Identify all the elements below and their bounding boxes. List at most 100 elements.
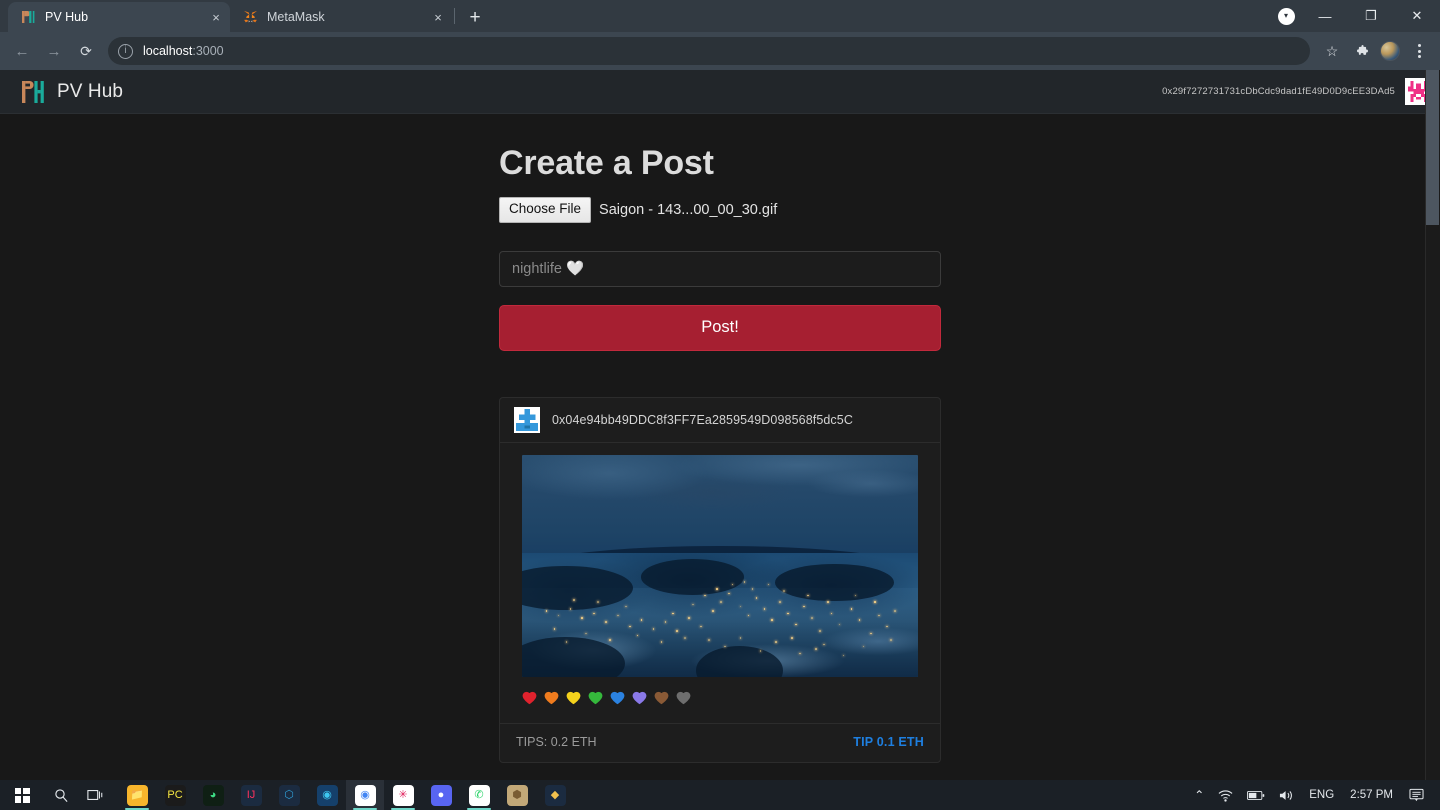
intellij-idea-icon: IJ <box>241 785 262 806</box>
microsoft-edge-taskbar-icon[interactable]: ◉ <box>308 780 346 810</box>
tab-metamask[interactable]: MetaMask × <box>230 2 452 32</box>
hardhat-taskbar-icon[interactable]: ⬢ <box>498 780 536 810</box>
town-light <box>740 637 742 639</box>
tip-button[interactable]: TIP 0.1 ETH <box>853 735 924 749</box>
town-light <box>756 597 758 599</box>
tab-close-button[interactable]: × <box>428 7 448 27</box>
town-light <box>807 595 809 597</box>
town-light <box>554 628 556 630</box>
town-light <box>878 615 880 617</box>
town-light <box>641 619 643 621</box>
town-light <box>752 588 754 590</box>
extensions-puzzle-icon[interactable] <box>1348 38 1374 64</box>
android-studio-icon: ◕ <box>203 785 224 806</box>
town-light <box>637 635 639 637</box>
taskbar-clock[interactable]: 2:57 PM <box>1342 780 1401 810</box>
app-brand[interactable]: PV Hub <box>22 81 123 103</box>
notification-icon[interactable] <box>1403 780 1430 810</box>
android-studio-taskbar-icon[interactable]: ◕ <box>194 780 232 810</box>
town-light <box>573 599 575 601</box>
town-light <box>823 644 825 646</box>
language-indicator[interactable]: ENG <box>1303 780 1340 810</box>
wifi-icon[interactable] <box>1212 780 1239 810</box>
discord-taskbar-icon[interactable]: ● <box>422 780 460 810</box>
vs-code-taskbar-icon[interactable]: ⬡ <box>270 780 308 810</box>
profile-avatar[interactable] <box>1377 38 1403 64</box>
town-light <box>672 613 674 615</box>
file-explorer-icon: 📁 <box>127 785 148 806</box>
post-submit-button[interactable]: Post! <box>499 305 941 351</box>
new-tab-button[interactable]: + <box>461 3 489 31</box>
start-button[interactable] <box>0 780 44 810</box>
tray-chevron-icon[interactable]: ⌃ <box>1188 780 1210 810</box>
scrollbar-thumb[interactable] <box>1426 70 1439 225</box>
post-card-header: 0x04e94bb49DDC8f3FF7Ea2859549D098568f5dc… <box>500 398 940 443</box>
town-light <box>700 626 702 628</box>
white-heart-reaction[interactable] <box>676 691 691 708</box>
town-light <box>744 581 746 583</box>
pycharm-taskbar-icon[interactable]: PC <box>156 780 194 810</box>
green-heart-reaction[interactable] <box>588 691 603 708</box>
whatsapp-icon: ✆ <box>469 785 490 806</box>
google-chrome-taskbar-icon[interactable]: ◉ <box>346 780 384 810</box>
orange-heart-reaction[interactable] <box>544 691 559 708</box>
tab-title: MetaMask <box>267 10 428 24</box>
page-viewport: PV Hub 0x29f7272731731cDbCdc9dad1fE49D0D… <box>0 70 1440 780</box>
site-info-icon[interactable]: i <box>118 44 133 59</box>
battery-icon[interactable] <box>1241 780 1271 810</box>
blue-heart-reaction[interactable] <box>610 691 625 708</box>
intellij-idea-taskbar-icon[interactable]: IJ <box>232 780 270 810</box>
town-light <box>787 613 789 615</box>
town-light <box>855 595 857 597</box>
vs-code-icon: ⬡ <box>279 785 300 806</box>
post-card-footer: TIPS: 0.2 ETH TIP 0.1 ETH <box>500 723 940 762</box>
volume-icon[interactable] <box>1273 780 1301 810</box>
town-light <box>771 619 773 621</box>
choose-file-button[interactable]: Choose File <box>499 197 591 223</box>
slack-taskbar-icon[interactable]: ✳ <box>384 780 422 810</box>
file-explorer-taskbar-icon[interactable]: 📁 <box>118 780 156 810</box>
town-light <box>688 617 690 619</box>
town-light <box>795 624 797 626</box>
post-card-body <box>500 443 940 677</box>
task-view-icon[interactable] <box>78 780 112 810</box>
navbar-account: 0x29f7272731731cDbCdc9dad1fE49D0D9cEE3DA… <box>1162 78 1432 105</box>
close-window-button[interactable]: ✕ <box>1394 0 1440 32</box>
town-light <box>708 639 710 641</box>
town-light <box>732 584 734 586</box>
post-image <box>522 455 918 677</box>
search-icon[interactable] <box>44 780 78 810</box>
town-light <box>546 610 548 612</box>
tab-pv-hub[interactable]: PV Hub × <box>8 2 230 32</box>
red-heart-reaction[interactable] <box>522 691 537 708</box>
remix-ide-taskbar-icon[interactable]: ◆ <box>536 780 574 810</box>
app-title: PV Hub <box>57 81 123 103</box>
town-light <box>851 608 853 610</box>
town-light <box>811 617 813 619</box>
browser-menu-button[interactable] <box>1406 38 1432 64</box>
page-scrollbar[interactable] <box>1425 70 1440 780</box>
maximize-button[interactable]: ❐ <box>1348 0 1394 32</box>
browser-toolbar: ← → ⟳ i localhost:3000 ☆ <box>0 32 1440 70</box>
yellow-heart-reaction[interactable] <box>566 691 581 708</box>
account-address: 0x29f7272731731cDbCdc9dad1fE49D0D9cEE3DA… <box>1162 86 1395 97</box>
bookmark-star-icon[interactable]: ☆ <box>1319 38 1345 64</box>
reload-button[interactable]: ⟳ <box>72 37 100 65</box>
tab-search-button[interactable]: ▾ <box>1270 0 1302 32</box>
town-light <box>831 613 833 615</box>
whatsapp-taskbar-icon[interactable]: ✆ <box>460 780 498 810</box>
address-bar[interactable]: i localhost:3000 <box>108 37 1310 65</box>
purple-heart-reaction[interactable] <box>632 691 647 708</box>
tab-close-button[interactable]: × <box>206 7 226 27</box>
post-description-value: nightlife 🤍 <box>512 260 584 277</box>
post-description-input[interactable]: nightlife 🤍 <box>499 251 941 287</box>
post-author-address[interactable]: 0x04e94bb49DDC8f3FF7Ea2859549D098568f5dc… <box>552 413 853 427</box>
town-light <box>740 606 742 608</box>
brown-heart-reaction[interactable] <box>654 691 669 708</box>
town-light <box>819 630 821 632</box>
minimize-button[interactable]: — <box>1302 0 1348 32</box>
post-tips-total: TIPS: 0.2 ETH <box>516 735 597 749</box>
back-button[interactable]: ← <box>8 37 36 65</box>
town-light <box>676 630 678 632</box>
forward-button[interactable]: → <box>40 37 68 65</box>
